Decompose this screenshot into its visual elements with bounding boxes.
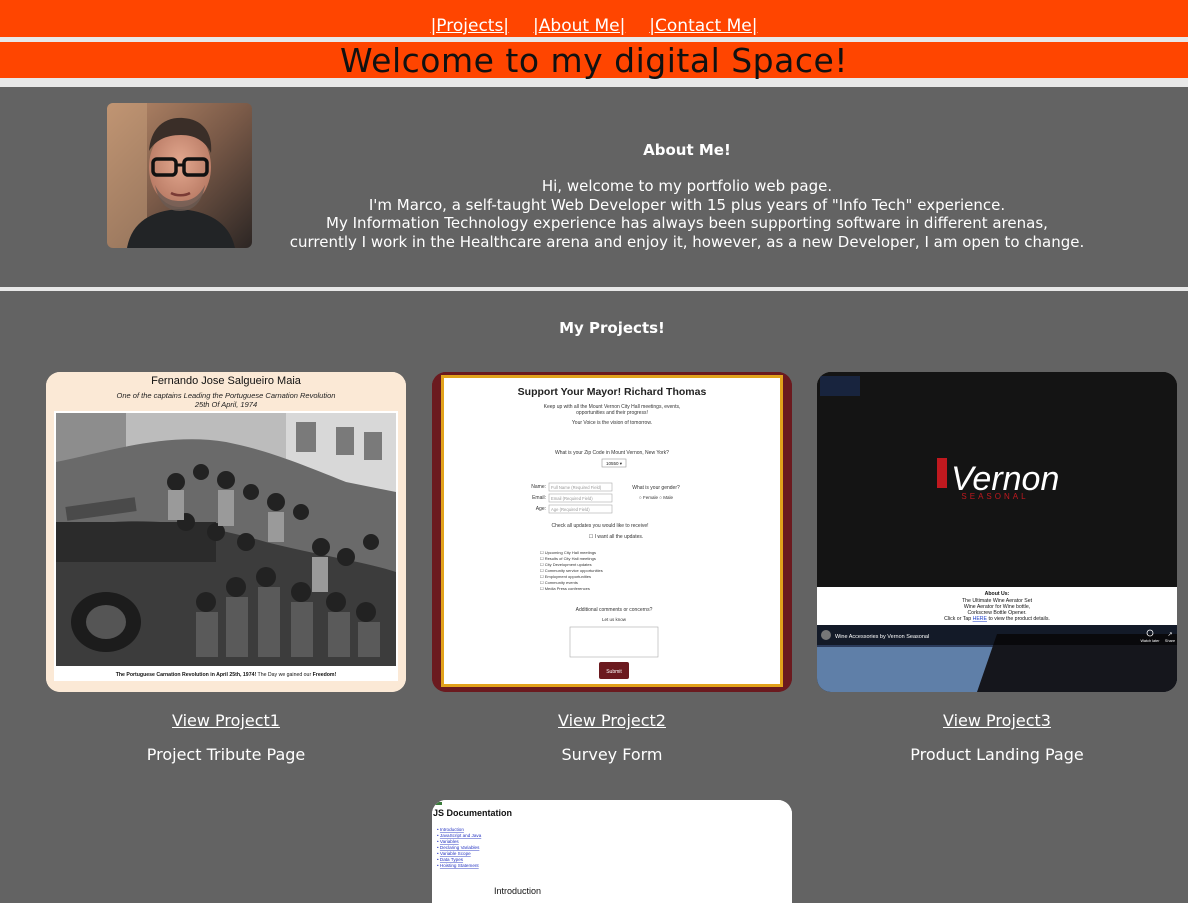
survey-email-label: Email:	[532, 495, 546, 501]
survey-name-input: Full Name (Required Field)	[551, 485, 602, 490]
jsdoc-title: JS Documentation	[433, 808, 512, 818]
about-line-1: Hi, welcome to my portfolio web page.	[541, 177, 833, 195]
vernon-logo: Vernon SEASONAL	[937, 458, 1059, 501]
svg-text:• JavaScript and Java: • JavaScript and Java	[437, 833, 482, 838]
svg-text:Click or Tap HERE to view the: Click or Tap HERE to view the product de…	[944, 616, 1050, 622]
nav-link-about[interactable]: |About Me|	[533, 16, 625, 36]
svg-text:• Data Types: • Data Types	[437, 857, 464, 862]
survey-comments-textarea	[569, 626, 659, 658]
survey-zip-select: 10550 ▾	[606, 461, 623, 466]
profile-photo	[107, 103, 252, 248]
welcome-banner: Welcome to my digital Space!	[0, 40, 1188, 80]
svg-text:• Variables: • Variables	[437, 839, 459, 844]
project1-description: Project Tribute Page	[146, 745, 306, 764]
survey-submit-label: Submit	[606, 669, 622, 675]
project2-description: Survey Form	[561, 745, 663, 764]
svg-text:Wine Accessories by Vernon Sea: Wine Accessories by Vernon Seasonal	[835, 634, 929, 640]
project1-thumbnail[interactable]: Fernando Jose Salgueiro Maia One of the …	[46, 372, 406, 692]
project2-thumbnail[interactable]: Support Your Mayor! Richard Thomas Keep …	[432, 372, 792, 692]
svg-text:Share: Share	[1165, 639, 1175, 643]
projects-section: My Projects! Fernando Jose Salgueiro Mai…	[0, 291, 1188, 903]
tribute-title: Fernando Jose Salgueiro Maia	[151, 375, 302, 387]
tribute-date: 25th Of April, 1974	[194, 400, 257, 409]
about-line-4: currently I work in the Healthcare arena…	[289, 232, 1085, 251]
top-nav: |Projects| |About Me| |Contact Me|	[0, 0, 1188, 37]
svg-text:☐ Community service opportunit: ☐ Community service opportunities	[540, 568, 603, 573]
survey-gender-question: What is your gender?	[632, 485, 680, 491]
svg-text:SEASONAL: SEASONAL	[961, 492, 1028, 501]
video-embed: Wine Accessories by Vernon Seasonal Watc…	[817, 625, 1177, 692]
project3-description: Product Landing Page	[910, 745, 1084, 764]
projects-heading: My Projects!	[559, 319, 665, 337]
tribute-photo	[56, 413, 396, 666]
view-project1-link[interactable]: View Project1	[46, 711, 406, 730]
svg-text:Watch later: Watch later	[1140, 639, 1160, 643]
survey-email-input: Email (Required Field)	[551, 496, 593, 501]
survey-name-label: Name:	[531, 484, 546, 490]
project4-thumbnail[interactable]: JS Documentation • Introduction • JavaSc…	[432, 800, 792, 903]
about-line-2: I'm Marco, a self-taught Web Developer w…	[368, 195, 1006, 214]
svg-text:• Declaring Variables: • Declaring Variables	[437, 845, 480, 850]
svg-text:☐ Upcoming City Hall meetings: ☐ Upcoming City Hall meetings	[540, 550, 596, 555]
tribute-subtitle: One of the captains Leading the Portugue…	[117, 391, 336, 400]
about-section: About Me! Hi, welcome to my portfolio we…	[0, 87, 1188, 287]
svg-text:• Introduction: • Introduction	[437, 827, 464, 832]
survey-gender-options: ○ Female ○ Male	[639, 495, 673, 500]
nav-link-contact[interactable]: |Contact Me|	[649, 16, 757, 36]
svg-text:☐ City Development updates: ☐ City Development updates	[540, 562, 592, 567]
survey-title: Support Your Mayor! Richard Thomas	[518, 386, 707, 398]
view-project2-link[interactable]: View Project2	[432, 711, 792, 730]
project3-thumbnail[interactable]: Vernon SEASONAL About Us: The Ultimate W…	[817, 372, 1177, 692]
survey-age-input: Age (Required Field)	[551, 507, 590, 512]
survey-zip-question: What is your Zip Code in Mount Vernon, N…	[555, 450, 669, 456]
survey-updates-question: Check all updates you would like to rece…	[552, 523, 649, 529]
jsdoc-section-heading: Introduction	[494, 886, 541, 896]
survey-tagline: Your Voice is the vision of tomorrow.	[572, 420, 652, 426]
svg-text:☐ Community events: ☐ Community events	[540, 580, 578, 585]
survey-comments-hint: Let us know	[602, 617, 627, 622]
about-heading: About Me!	[643, 141, 731, 159]
survey-comments-question: Additional comments or concerns?	[576, 607, 653, 613]
svg-text:↗: ↗	[1167, 632, 1172, 638]
survey-intro-2: opportunities and their progress!	[576, 410, 648, 416]
tribute-caption: The Portuguese Carnation Revolution in A…	[116, 672, 337, 678]
about-line-3: My Information Technology experience has…	[326, 214, 1048, 232]
nav-link-projects[interactable]: |Projects|	[431, 16, 509, 36]
view-project3-link[interactable]: View Project3	[817, 711, 1177, 730]
svg-text:• Variable Scope: • Variable Scope	[437, 851, 471, 856]
page-title: Welcome to my digital Space!	[339, 40, 849, 80]
svg-text:• Hoisting Statement: • Hoisting Statement	[437, 863, 479, 868]
svg-text:☐ Media Press conferences: ☐ Media Press conferences	[540, 586, 590, 591]
about-text: About Me! Hi, welcome to my portfolio we…	[262, 141, 1112, 251]
survey-age-label: Age:	[536, 506, 546, 512]
svg-text:About Us:: About Us:	[985, 591, 1010, 597]
survey-all-updates: ☐ I want all the updates.	[589, 534, 644, 540]
svg-text:☐ Results of City Hall meeting: ☐ Results of City Hall meetings	[540, 556, 596, 561]
svg-text:☐ Employment opportunities: ☐ Employment opportunities	[540, 574, 591, 579]
